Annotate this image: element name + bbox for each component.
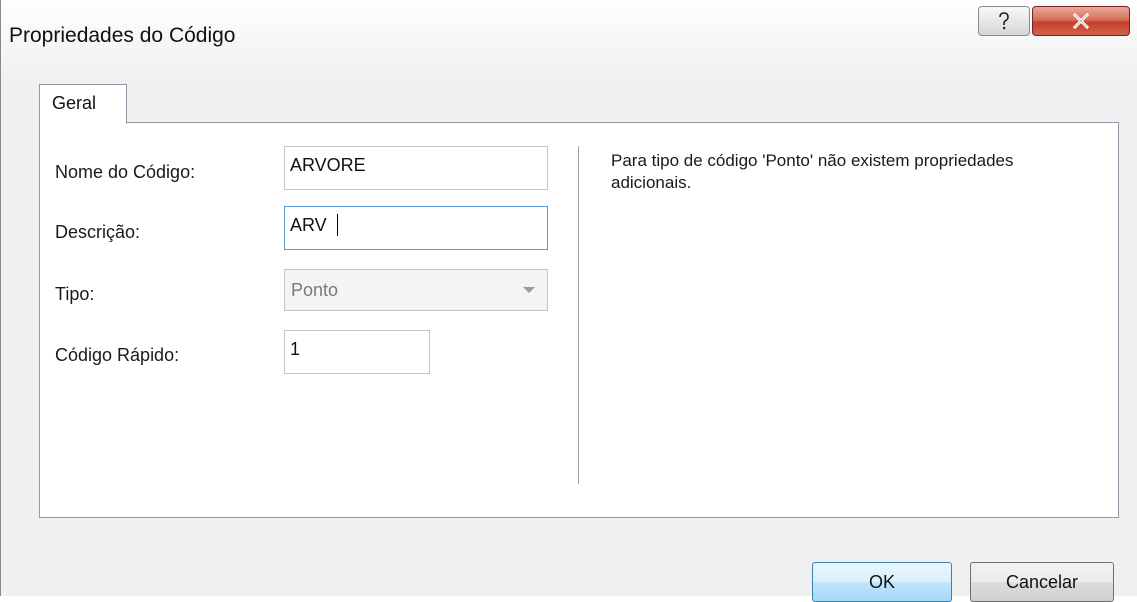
nome-codigo-input[interactable]: ARVORE (284, 146, 548, 190)
nome-codigo-label: Nome do Código: (55, 162, 196, 182)
tab-geral-label: Geral (52, 93, 97, 113)
dialog-window: Propriedades do Código Geral Nome do Cód… (0, 0, 1137, 602)
chevron-down-icon (519, 280, 539, 300)
window-title: Propriedades do Código (9, 24, 236, 47)
help-button[interactable] (978, 6, 1030, 36)
nome-codigo-value: ARVORE (290, 155, 366, 175)
cancel-button[interactable]: Cancelar (970, 562, 1114, 602)
descricao-value: ARV (290, 215, 327, 235)
vertical-divider (578, 146, 579, 484)
tab-geral[interactable]: Geral (39, 84, 127, 124)
ok-button[interactable]: OK (812, 562, 952, 602)
tipo-info-text: Para tipo de código 'Ponto' não existem … (611, 151, 1014, 192)
title-bar: Propriedades do Código (1, 0, 1137, 78)
text-cursor (337, 214, 338, 236)
codigo-rapido-value: 1 (290, 339, 301, 359)
codigo-rapido-input[interactable]: 1 (284, 330, 430, 374)
tipo-select[interactable]: Ponto (284, 269, 548, 311)
close-x-icon (1072, 13, 1090, 29)
codigo-rapido-label: Código Rápido: (55, 345, 180, 365)
tipo-label: Tipo: (55, 284, 95, 304)
tipo-value: Ponto (291, 280, 339, 300)
close-button[interactable] (1032, 6, 1130, 36)
question-mark-icon (999, 12, 1009, 30)
descricao-input[interactable]: ARV (284, 206, 548, 250)
descricao-label: Descrição: (55, 222, 141, 242)
